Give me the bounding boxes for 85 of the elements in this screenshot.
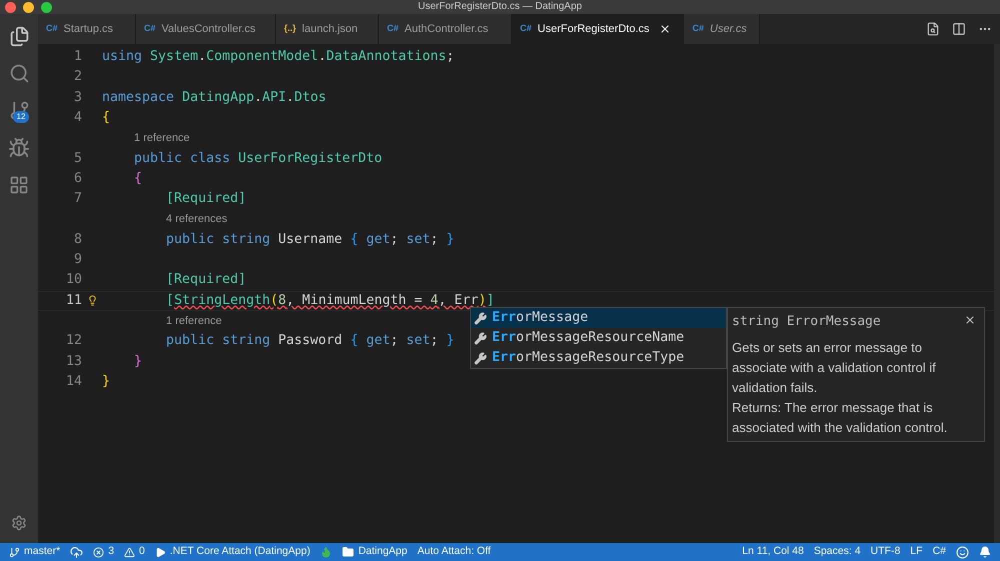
line-number: 4 <box>72 109 82 128</box>
code-line: using System.ComponentModel.DataAnnotations; <box>102 48 454 66</box>
line-number: 5 <box>72 150 82 168</box>
bug-icon[interactable] <box>8 137 30 159</box>
code-lens[interactable]: 1 reference <box>166 312 222 330</box>
wrench-icon <box>474 352 487 364</box>
code-line: public class UserForRegisterDto <box>133 150 382 168</box>
line-number: 10 <box>64 271 82 290</box>
returns-text: Returns: The error message that is associated with the validation control. <box>732 398 948 436</box>
maximize-window-button[interactable] <box>41 2 52 12</box>
status-item[interactable]: DatingApp <box>358 544 408 560</box>
code-line: [StringLength(8, MinimumLength = 4, Err)] <box>165 292 494 310</box>
cloud-icon[interactable] <box>70 546 84 558</box>
editor-tab[interactable]: C# AuthController.cs <box>379 14 512 44</box>
line-number: 2 <box>72 68 82 86</box>
status-item[interactable]: LF <box>910 544 923 560</box>
editor-tab[interactable]: C# UserForRegisterDto.cs <box>512 14 684 44</box>
code-line: { <box>133 170 142 188</box>
wrench-icon <box>474 332 487 344</box>
line-number: 7 <box>72 190 82 208</box>
wrench-icon <box>474 312 487 324</box>
line-number: 12 <box>64 332 82 350</box>
status-item[interactable]: UTF-8 <box>870 544 900 560</box>
bell-icon[interactable] <box>979 546 991 558</box>
code-lens[interactable]: 4 references <box>166 211 228 228</box>
branch-icon <box>9 546 20 558</box>
editor-tab[interactable]: C# ValuesController.cs <box>136 14 276 44</box>
lightbulb-icon[interactable] <box>86 295 98 306</box>
code-line: public string Username { get; set; } <box>165 230 454 249</box>
status-item[interactable]: Spaces: 4 <box>814 544 861 560</box>
code-line: [Required] <box>165 271 246 290</box>
source-control-icon[interactable] <box>8 100 30 121</box>
code-line: } <box>133 352 142 371</box>
line-number: 1 <box>72 48 82 66</box>
code-line: [Required] <box>165 190 246 208</box>
status-item[interactable]: Auto Attach: Off <box>417 544 491 560</box>
file-type-icon: C# <box>46 22 58 36</box>
suggestion-item[interactable]: ErrorMessageResourceType <box>471 348 726 368</box>
minimize-window-button[interactable] <box>23 2 34 12</box>
description: Gets or sets an error message to associate with a validation control if validation fails. <box>732 338 937 396</box>
status-item[interactable]: master* <box>24 544 60 560</box>
line-number: 3 <box>72 88 82 107</box>
search-icon[interactable] <box>8 63 30 84</box>
code-line: namespace DatingApp.API.Dtos <box>102 88 326 107</box>
suggestion-item[interactable]: ErrorMessageResourceName <box>471 328 726 348</box>
open-changes-icon[interactable] <box>926 22 940 36</box>
status-item[interactable]: .NET Core Attach (DatingApp) <box>170 544 310 560</box>
close-window-button[interactable] <box>5 2 16 12</box>
error-icon <box>93 546 104 558</box>
code-line: } <box>102 372 110 391</box>
status-item[interactable]: 0 <box>139 544 145 560</box>
signature: string ErrorMessage <box>732 313 881 331</box>
code-lens[interactable]: 1 reference <box>134 130 190 147</box>
suggestion-item[interactable]: ErrorMessage <box>471 308 726 328</box>
extensions-icon[interactable] <box>9 175 29 195</box>
line-number: 13 <box>64 352 82 371</box>
play-icon <box>154 546 166 558</box>
status-item[interactable]: 3 <box>108 544 114 560</box>
file-type-icon: {..} <box>284 22 296 36</box>
status-item[interactable]: Ln 11, Col 48 <box>742 544 804 560</box>
line-number: 8 <box>72 230 82 249</box>
window-title: UserForRegisterDto.cs — DatingApp <box>418 0 582 14</box>
close-icon[interactable] <box>964 314 976 326</box>
count-badge: 12 <box>12 111 30 123</box>
file-type-icon: C# <box>144 22 156 36</box>
line-number: 11 <box>64 292 82 310</box>
settings-icon[interactable] <box>11 515 27 531</box>
editor-tab[interactable]: C# Startup.cs <box>38 14 136 44</box>
files-icon[interactable] <box>8 26 30 47</box>
folder-icon <box>342 546 354 558</box>
file-type-icon: C# <box>387 22 399 36</box>
file-type-icon: C# <box>520 22 532 36</box>
warning-icon <box>124 546 136 558</box>
line-number: 6 <box>72 170 82 188</box>
file-type-icon: C# <box>692 22 704 36</box>
close-icon[interactable] <box>659 23 672 35</box>
smiley-icon[interactable] <box>956 546 969 558</box>
code-line: { <box>102 109 110 128</box>
line-number: 9 <box>72 251 82 270</box>
code-line: public string Password { get; set; } <box>165 332 454 350</box>
split-editor-icon[interactable] <box>952 22 966 36</box>
line-number: 14 <box>64 372 82 391</box>
editor-tab[interactable]: C# User.cs <box>684 14 760 44</box>
status-item[interactable]: C# <box>932 544 946 560</box>
editor-tab[interactable]: {..} launch.json <box>276 14 379 44</box>
